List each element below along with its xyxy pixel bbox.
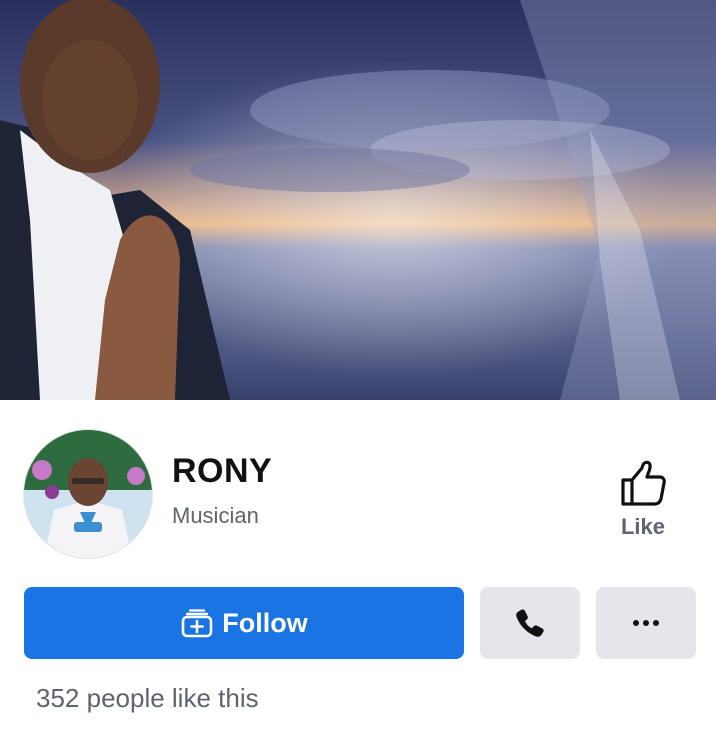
more-dots-icon [633, 620, 659, 626]
phone-icon [516, 609, 544, 637]
like-button[interactable]: Like [604, 458, 682, 550]
page-name: RONY [172, 452, 273, 490]
cover-photo[interactable] [0, 0, 716, 400]
avatar[interactable] [24, 430, 152, 558]
cover-image [0, 0, 716, 400]
page-category: Musician [172, 503, 259, 528]
follow-add-icon [180, 608, 214, 638]
more-button[interactable] [596, 587, 696, 659]
follow-button[interactable]: Follow [24, 587, 464, 659]
thumbs-up-icon [621, 460, 666, 506]
like-label: Like [620, 514, 666, 539]
follow-label: Follow [222, 607, 308, 638]
avatar-image [24, 430, 152, 558]
likes-count: 352 people like this [36, 683, 259, 713]
page-header: RONY Musician Like [0, 400, 716, 580]
call-button[interactable] [480, 587, 580, 659]
